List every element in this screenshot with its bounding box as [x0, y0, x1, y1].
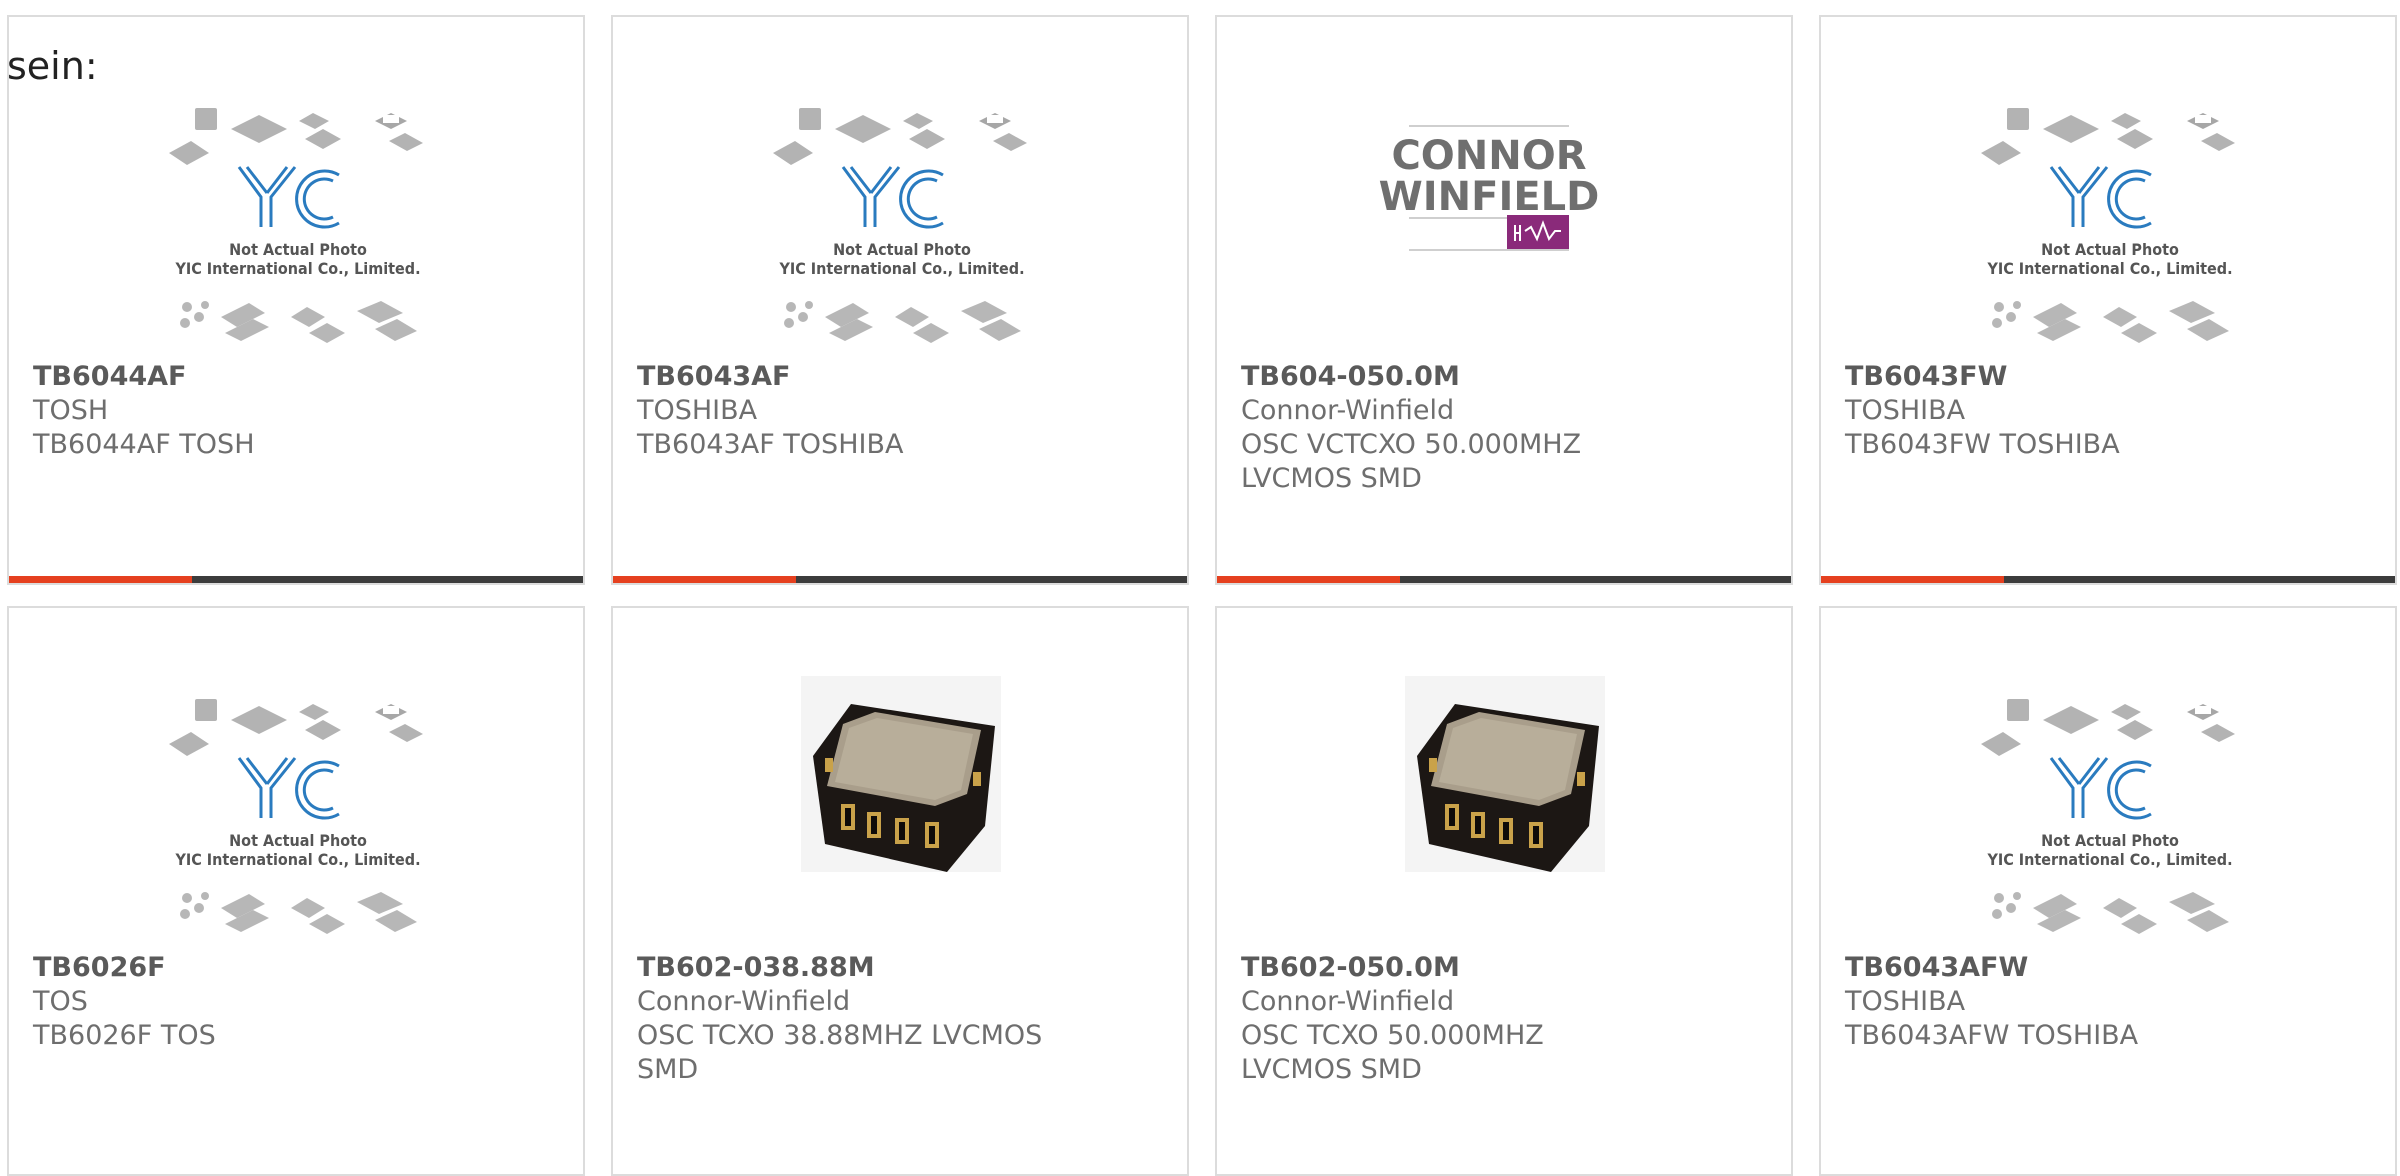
yic-placeholder-image: Not Actual Photo YIC International Co., … [773, 108, 1027, 343]
product-thumbnail[interactable]: CONNOR WINFIELD [1217, 17, 1791, 357]
product-info: TB6026F TOS TB6026F TOS [33, 951, 563, 1053]
placeholder-line1: Not Actual Photo [229, 831, 367, 850]
card-accent-bar-highlight [9, 576, 192, 583]
manufacturer: TOSH [33, 395, 109, 426]
product-info: TB602-038.88M Connor-Winfield OSC TCXO 3… [637, 951, 1167, 1087]
product-card[interactable]: CONNOR WINFIELD TB604-050.0M Connor-Winf… [1215, 15, 1793, 585]
logo-line2: WINFIELD [1379, 174, 1600, 220]
oscillator-photo [1405, 676, 1605, 872]
description: OSC TCXO 38.88MHZ LVCMOS SMD [637, 1020, 1043, 1085]
page-heading: sein: [7, 44, 98, 88]
product-thumbnail[interactable]: Not Actual Photo YIC International Co., … [1821, 608, 2395, 948]
manufacturer: TOSHIBA [1845, 395, 1966, 426]
part-number[interactable]: TB6044AF [33, 360, 563, 394]
manufacturer: TOSHIBA [1845, 986, 1966, 1017]
product-thumbnail[interactable] [1217, 608, 1791, 948]
product-thumbnail[interactable] [613, 608, 1187, 948]
part-number[interactable]: TB6043FW [1845, 360, 2375, 394]
yic-placeholder-image: Not Actual Photo YIC International Co., … [1981, 108, 2235, 343]
connor-winfield-logo: CONNOR WINFIELD [1379, 125, 1600, 251]
manufacturer: Connor-Winfield [1241, 395, 1455, 426]
placeholder-line2: YIC International Co., Limited. [1986, 259, 2232, 278]
description: OSC TCXO 50.000MHZ LVCMOS SMD [1241, 1020, 1544, 1085]
card-accent-bar [9, 576, 583, 583]
product-card[interactable]: Not Actual Photo YIC International Co., … [7, 15, 585, 585]
logo-line1: CONNOR [1391, 133, 1586, 179]
oscillator-photo [801, 676, 1001, 872]
placeholder-line2: YIC International Co., Limited. [174, 259, 420, 278]
manufacturer: TOSHIBA [637, 395, 758, 426]
placeholder-line2: YIC International Co., Limited. [1986, 850, 2232, 869]
part-number[interactable]: TB604-050.0M [1241, 360, 1771, 394]
product-info: TB6043FW TOSHIBA TB6043FW TOSHIBA [1845, 360, 2375, 462]
description: TB6043FW TOSHIBA [1845, 429, 2120, 460]
placeholder-line1: Not Actual Photo [2041, 240, 2179, 259]
yic-placeholder-image: Not Actual Photo YIC International Co., … [169, 699, 423, 934]
card-accent-bar-highlight [613, 576, 796, 583]
part-number[interactable]: TB6043AF [637, 360, 1167, 394]
product-thumbnail[interactable]: Not Actual Photo YIC International Co., … [9, 608, 583, 948]
part-number[interactable]: TB602-038.88M [637, 951, 1167, 985]
card-accent-bar-highlight [1821, 576, 2004, 583]
card-accent-bar [1217, 576, 1791, 583]
product-card[interactable]: Not Actual Photo YIC International Co., … [611, 15, 1189, 585]
product-card[interactable]: TB602-038.88M Connor-Winfield OSC TCXO 3… [611, 606, 1189, 1176]
product-thumbnail[interactable]: Not Actual Photo YIC International Co., … [1821, 17, 2395, 357]
product-info: TB6044AF TOSH TB6044AF TOSH [33, 360, 563, 462]
product-card[interactable]: TB602-050.0M Connor-Winfield OSC TCXO 50… [1215, 606, 1793, 1176]
card-accent-bar-highlight [1217, 576, 1400, 583]
placeholder-line1: Not Actual Photo [229, 240, 367, 259]
placeholder-line1: Not Actual Photo [2041, 831, 2179, 850]
yic-placeholder-image: Not Actual Photo YIC International Co., … [1981, 699, 2235, 934]
manufacturer: Connor-Winfield [1241, 986, 1455, 1017]
placeholder-line1: Not Actual Photo [833, 240, 971, 259]
product-info: TB6043AFW TOSHIBA TB6043AFW TOSHIBA [1845, 951, 2375, 1053]
product-info: TB602-050.0M Connor-Winfield OSC TCXO 50… [1241, 951, 1771, 1087]
description: TB6043AFW TOSHIBA [1845, 1020, 2139, 1051]
product-thumbnail[interactable]: Not Actual Photo YIC International Co., … [613, 17, 1187, 357]
product-info: TB604-050.0M Connor-Winfield OSC VCTCXO … [1241, 360, 1771, 496]
manufacturer: TOS [33, 986, 88, 1017]
placeholder-line2: YIC International Co., Limited. [174, 850, 420, 869]
description: TB6043AF TOSHIBA [637, 429, 904, 460]
product-info: TB6043AF TOSHIBA TB6043AF TOSHIBA [637, 360, 1167, 462]
product-card[interactable]: Not Actual Photo YIC International Co., … [1819, 606, 2397, 1176]
part-number[interactable]: TB6026F [33, 951, 563, 985]
card-accent-bar [613, 576, 1187, 583]
card-accent-bar [1821, 576, 2395, 583]
product-card[interactable]: Not Actual Photo YIC International Co., … [1819, 15, 2397, 585]
part-number[interactable]: TB6043AFW [1845, 951, 2375, 985]
product-card[interactable]: Not Actual Photo YIC International Co., … [7, 606, 585, 1176]
description: TB6044AF TOSH [33, 429, 255, 460]
description: TB6026F TOS [33, 1020, 216, 1051]
placeholder-line2: YIC International Co., Limited. [778, 259, 1024, 278]
description: OSC VCTCXO 50.000MHZ LVCMOS SMD [1241, 429, 1582, 494]
part-number[interactable]: TB602-050.0M [1241, 951, 1771, 985]
manufacturer: Connor-Winfield [637, 986, 851, 1017]
